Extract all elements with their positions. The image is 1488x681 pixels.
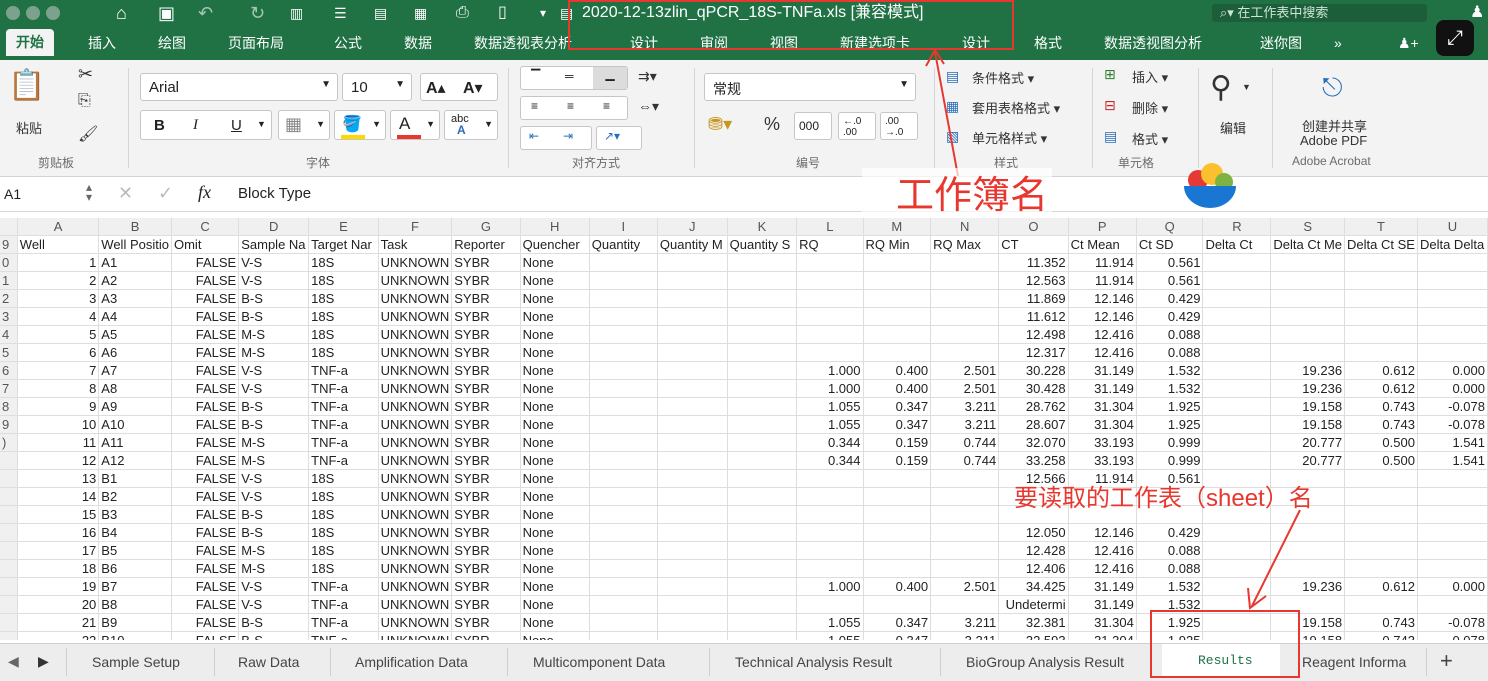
workbook-name-annotation: 工作簿名 — [896, 175, 1049, 217]
workbook-arrow-line — [934, 51, 959, 177]
sheet-arrow-line — [1251, 509, 1301, 607]
sheet-name-annotation: 要读取的工作表（sheet）名 — [1014, 485, 1313, 512]
annotation-arrows — [925, 48, 1301, 610]
